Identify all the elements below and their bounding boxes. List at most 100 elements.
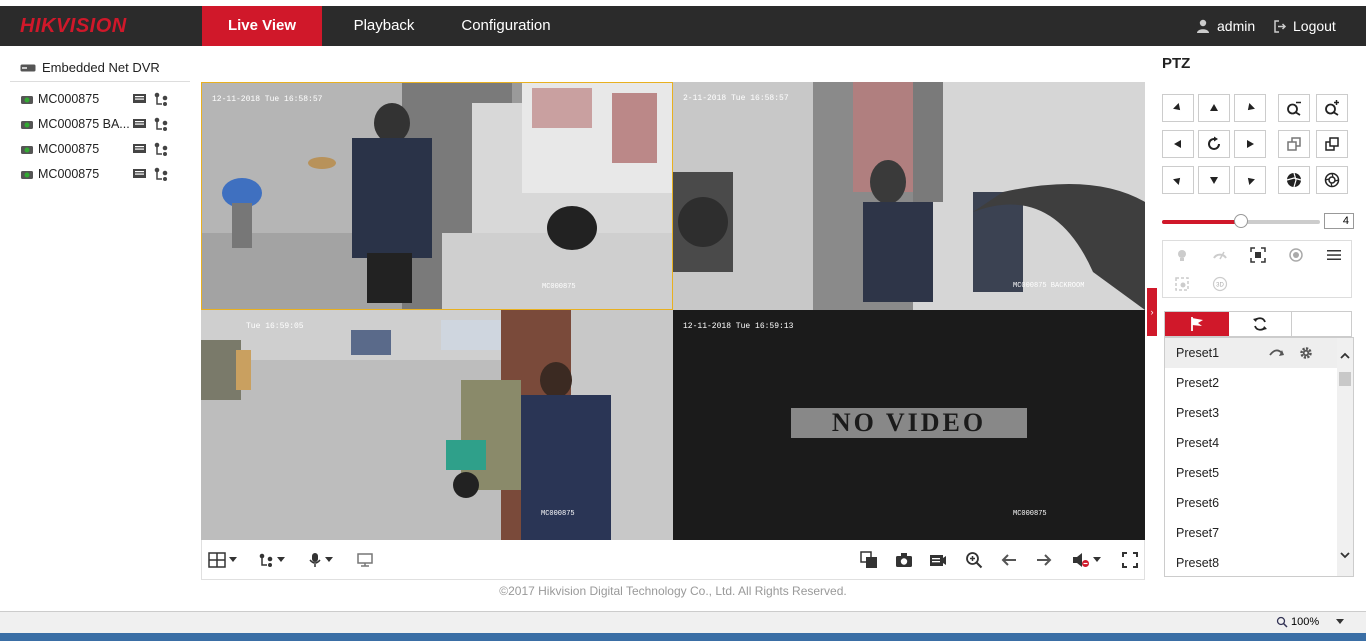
record-icon[interactable] bbox=[132, 142, 147, 154]
chevron-down-icon bbox=[277, 557, 285, 562]
wiper-icon bbox=[1213, 251, 1227, 260]
video-pane-2[interactable]: 2-11-2018 Tue 16:58:57 MC000875 BACKROOM bbox=[673, 82, 1145, 310]
video-frame-2 bbox=[673, 82, 1145, 310]
logout-button[interactable]: Logout bbox=[1274, 6, 1336, 46]
fullscreen-button[interactable] bbox=[1122, 550, 1138, 570]
ptz-auto-rotate-button[interactable] bbox=[1198, 130, 1230, 158]
stop-all-live-view-button[interactable] bbox=[860, 550, 878, 570]
wiper-button[interactable] bbox=[1201, 241, 1239, 269]
camera-item-3[interactable]: MC000875 bbox=[20, 142, 168, 156]
focus-frame-icon bbox=[1250, 247, 1266, 263]
one-touch-focus-button[interactable] bbox=[1239, 241, 1277, 269]
manual-tracking-button[interactable] bbox=[1163, 270, 1201, 298]
speaker-muted-icon bbox=[1073, 553, 1089, 567]
video-frame-1 bbox=[202, 83, 672, 309]
zoom-in-button[interactable] bbox=[1316, 94, 1348, 122]
tab-patrols[interactable] bbox=[1229, 312, 1292, 336]
preset-item-6[interactable]: Preset6 bbox=[1165, 488, 1337, 518]
camera-item-2[interactable]: MC000875 BA... bbox=[20, 117, 168, 131]
lens-initialization-button[interactable] bbox=[1277, 241, 1315, 269]
preset-item-8[interactable]: Preset8 bbox=[1165, 548, 1337, 576]
ptz-speed-slider[interactable] bbox=[1162, 214, 1320, 228]
chevron-down-icon[interactable] bbox=[1340, 552, 1350, 559]
zoom-in-icon bbox=[966, 552, 983, 569]
camera-snapshot-icon bbox=[896, 553, 912, 567]
preset-item-7[interactable]: Preset7 bbox=[1165, 518, 1337, 548]
camera-item-1[interactable]: MC000875 bbox=[20, 92, 168, 106]
speed-slider-handle[interactable] bbox=[1234, 214, 1248, 228]
scrollbar-thumb[interactable] bbox=[1339, 372, 1351, 386]
display-icon bbox=[357, 553, 373, 567]
ptz-left-button[interactable] bbox=[1162, 130, 1194, 158]
tab-live-view[interactable]: Live View bbox=[202, 6, 322, 46]
arrow-up-left-icon bbox=[1173, 103, 1181, 111]
user-menu[interactable]: admin bbox=[1196, 6, 1255, 46]
alarm-output-icon[interactable] bbox=[153, 117, 169, 131]
ptz-right-button[interactable] bbox=[1234, 130, 1266, 158]
3d-positioning-button[interactable]: 3D bbox=[1201, 270, 1239, 298]
ptz-up-left-button[interactable] bbox=[1162, 94, 1194, 122]
ptz-up-button[interactable] bbox=[1198, 94, 1230, 122]
iris-open-button[interactable] bbox=[1316, 166, 1348, 194]
tab-playback[interactable]: Playback bbox=[336, 6, 432, 46]
arrow-right-icon bbox=[1247, 140, 1254, 148]
osd-channel-name: MC000875 bbox=[1013, 510, 1047, 518]
video-pane-3[interactable]: Tue 16:59:05 MC000875 bbox=[201, 310, 673, 540]
record-all-button[interactable] bbox=[929, 550, 947, 570]
arrow-left-icon bbox=[1001, 554, 1016, 566]
digital-zoom-button[interactable] bbox=[965, 550, 983, 570]
gear-icon[interactable] bbox=[1299, 346, 1313, 360]
light-bulb-icon bbox=[1178, 250, 1186, 261]
two-way-audio-button[interactable] bbox=[308, 550, 333, 570]
camera-item-4[interactable]: MC000875 bbox=[20, 167, 168, 181]
record-icon[interactable] bbox=[132, 117, 147, 129]
preset-label: Preset1 bbox=[1176, 346, 1220, 360]
logout-icon bbox=[1274, 19, 1287, 33]
record-icon[interactable] bbox=[132, 92, 147, 104]
capture-button[interactable] bbox=[895, 550, 913, 570]
fullscreen-icon bbox=[1122, 552, 1138, 568]
alarm-output-icon[interactable] bbox=[153, 92, 169, 106]
device-tree-root[interactable]: Embedded Net DVR bbox=[20, 60, 160, 75]
digital-display-button[interactable] bbox=[357, 550, 373, 570]
focus-near-button[interactable] bbox=[1278, 130, 1310, 158]
tab-pattern[interactable] bbox=[1291, 312, 1351, 336]
preset-item-3[interactable]: Preset3 bbox=[1165, 398, 1337, 428]
alarm-output-icon[interactable] bbox=[153, 167, 169, 181]
ptz-up-right-button[interactable] bbox=[1234, 94, 1266, 122]
collapse-ptz-panel-button[interactable]: › bbox=[1147, 288, 1157, 336]
preset-item-1[interactable]: Preset1 bbox=[1165, 338, 1337, 368]
focus-far-button[interactable] bbox=[1316, 130, 1348, 158]
preset-item-2[interactable]: Preset2 bbox=[1165, 368, 1337, 398]
record-icon[interactable] bbox=[132, 167, 147, 179]
zoom-out-button[interactable] bbox=[1278, 94, 1310, 122]
ptz-down-left-button[interactable] bbox=[1162, 166, 1194, 194]
zoom-level-control[interactable]: 100% bbox=[1276, 616, 1345, 628]
video-pane-1[interactable]: 12-11-2018 Tue 16:58:57 MC000875 bbox=[201, 82, 673, 310]
tab-configuration[interactable]: Configuration bbox=[450, 6, 562, 46]
chevron-up-icon[interactable] bbox=[1340, 352, 1350, 359]
speed-slider-fill bbox=[1162, 220, 1241, 224]
lens-init-icon bbox=[1289, 248, 1303, 262]
alarm-output-button[interactable] bbox=[258, 550, 285, 570]
alarm-output-icon[interactable] bbox=[153, 142, 169, 156]
light-button[interactable] bbox=[1163, 241, 1201, 269]
video-pane-4[interactable]: 12-11-2018 Tue 16:59:13 NO VIDEO MC00087… bbox=[673, 310, 1145, 540]
preset-scrollbar[interactable] bbox=[1337, 338, 1353, 576]
ptz-function-grid: 3D bbox=[1162, 240, 1352, 298]
call-preset-icon[interactable] bbox=[1269, 347, 1285, 359]
preset-item-5[interactable]: Preset5 bbox=[1165, 458, 1337, 488]
window-layout-button[interactable] bbox=[208, 550, 237, 570]
camera-name: MC000875 bbox=[38, 167, 100, 181]
ptz-down-button[interactable] bbox=[1198, 166, 1230, 194]
previous-page-button[interactable] bbox=[1001, 550, 1017, 570]
chevron-down-icon bbox=[1093, 557, 1101, 562]
tab-presets[interactable] bbox=[1165, 312, 1229, 336]
iris-close-button[interactable] bbox=[1278, 166, 1310, 194]
volume-button[interactable] bbox=[1072, 550, 1101, 570]
next-page-button[interactable] bbox=[1036, 550, 1052, 570]
preset-item-4[interactable]: Preset4 bbox=[1165, 428, 1337, 458]
ptz-menu-button[interactable] bbox=[1315, 241, 1353, 269]
ptz-down-right-button[interactable] bbox=[1234, 166, 1266, 194]
osd-timestamp: 12-11-2018 Tue 16:58:57 bbox=[212, 95, 323, 104]
